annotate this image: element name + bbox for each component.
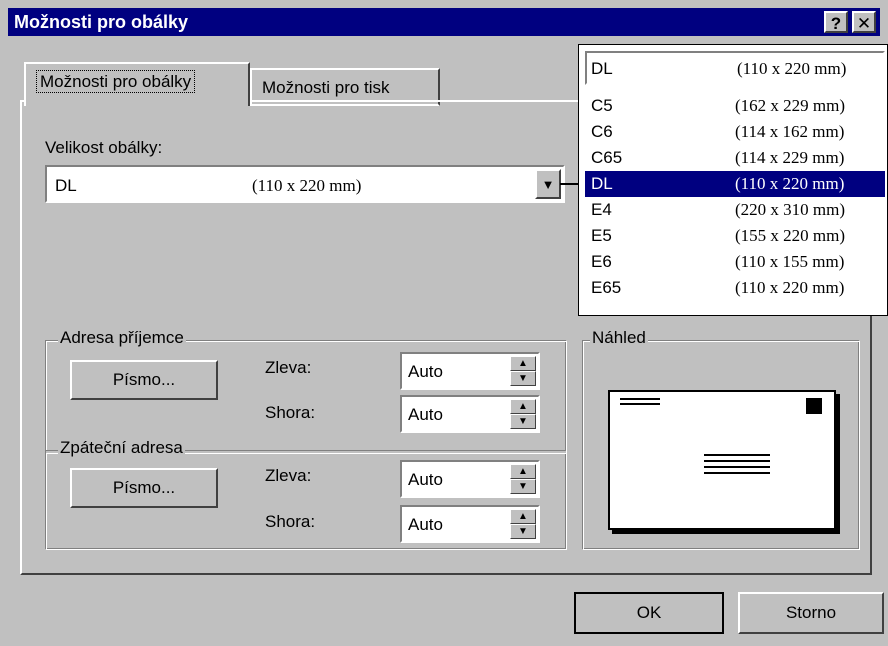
tab-envelope-options-label: Možnosti pro obálky — [36, 70, 196, 93]
tab-envelope-options[interactable]: Možnosti pro obálky — [24, 62, 250, 106]
return-font-button[interactable]: Písmo... — [70, 468, 218, 508]
dropdown-item-c65[interactable]: C65 (114 x 229 mm) — [585, 145, 885, 171]
recipient-font-button[interactable]: Písmo... — [70, 360, 218, 400]
preview-group-label: Náhled — [590, 328, 648, 348]
recipient-left-value: Auto — [408, 362, 443, 381]
recipient-group-label: Adresa příjemce — [58, 328, 186, 348]
return-top-label: Shora: — [265, 512, 316, 531]
help-button[interactable]: ? — [824, 11, 848, 33]
return-left-spinner[interactable]: Auto ▲ ▼ — [400, 460, 540, 498]
spin-up-icon[interactable]: ▲ — [510, 464, 536, 479]
address-line — [704, 472, 770, 474]
envelope-size-dimensions: (110 x 220 mm) — [252, 176, 362, 195]
dropdown-item-c6[interactable]: C6 (114 x 162 mm) — [585, 119, 885, 145]
address-line — [704, 466, 770, 468]
return-address-line — [620, 403, 660, 405]
return-left-value: Auto — [408, 470, 443, 489]
envelope-size-label: Velikost obálky: — [45, 138, 163, 157]
dropdown-item-e5[interactable]: E5 (155 x 220 mm) — [585, 223, 885, 249]
return-top-value: Auto — [408, 515, 443, 534]
dropdown-connector — [560, 183, 580, 185]
dropdown-current-value[interactable]: DL (110 x 220 mm) — [585, 51, 885, 85]
dropdown-item-dl[interactable]: DL (110 x 220 mm) — [585, 171, 885, 197]
chevron-down-icon[interactable]: ▼ — [535, 169, 561, 199]
spin-down-icon[interactable]: ▼ — [510, 371, 536, 386]
recipient-top-spinner[interactable]: Auto ▲ ▼ — [400, 395, 540, 433]
ok-button[interactable]: OK — [574, 592, 724, 634]
dropdown-item-e65[interactable]: E65 (110 x 220 mm) — [585, 275, 885, 301]
tab-print-options-label: Možnosti pro tisk — [262, 78, 390, 97]
envelope-size-combo[interactable]: DL (110 x 220 mm) ▼ — [45, 165, 565, 203]
dropdown-item-e6[interactable]: E6 (110 x 155 mm) — [585, 249, 885, 275]
cancel-button[interactable]: Storno — [738, 592, 884, 634]
envelope-size-dropdown: DL (110 x 220 mm) C5 (162 x 229 mm) C6 (11… — [578, 44, 888, 316]
return-address-line — [620, 398, 660, 400]
spin-down-icon[interactable]: ▼ — [510, 524, 536, 539]
envelope-size-name: DL — [55, 176, 77, 195]
return-address-group-label: Zpáteční adresa — [58, 438, 185, 458]
dropdown-item-e4[interactable]: E4 (220 x 310 mm) — [585, 197, 885, 223]
spin-up-icon[interactable]: ▲ — [510, 356, 536, 371]
close-button[interactable]: ✕ — [852, 11, 876, 33]
stamp-icon — [806, 398, 822, 414]
address-line — [704, 454, 770, 456]
recipient-left-spinner[interactable]: Auto ▲ ▼ — [400, 352, 540, 390]
return-left-label: Zleva: — [265, 466, 312, 485]
title-bar: Možnosti pro obálky ? ✕ — [8, 8, 880, 36]
spin-down-icon[interactable]: ▼ — [510, 479, 536, 494]
recipient-top-label: Shora: — [265, 403, 316, 422]
envelope-preview — [608, 390, 836, 530]
spin-up-icon[interactable]: ▲ — [510, 509, 536, 524]
envelope-options-dialog: Možnosti pro obálky ? ✕ Možnosti pro obá… — [0, 0, 888, 646]
return-top-spinner[interactable]: Auto ▲ ▼ — [400, 505, 540, 543]
recipient-top-value: Auto — [408, 405, 443, 424]
dropdown-current-name: DL — [591, 59, 613, 78]
dialog-title: Možnosti pro obálky — [14, 12, 189, 32]
dropdown-current-size: (110 x 220 mm) — [737, 59, 847, 78]
address-line — [704, 460, 770, 462]
recipient-left-label: Zleva: — [265, 358, 312, 377]
spin-down-icon[interactable]: ▼ — [510, 414, 536, 429]
dropdown-item-c5[interactable]: C5 (162 x 229 mm) — [585, 93, 885, 119]
spin-up-icon[interactable]: ▲ — [510, 399, 536, 414]
dropdown-list: C5 (162 x 229 mm) C6 (114 x 162 mm) C65 (11… — [585, 93, 885, 301]
